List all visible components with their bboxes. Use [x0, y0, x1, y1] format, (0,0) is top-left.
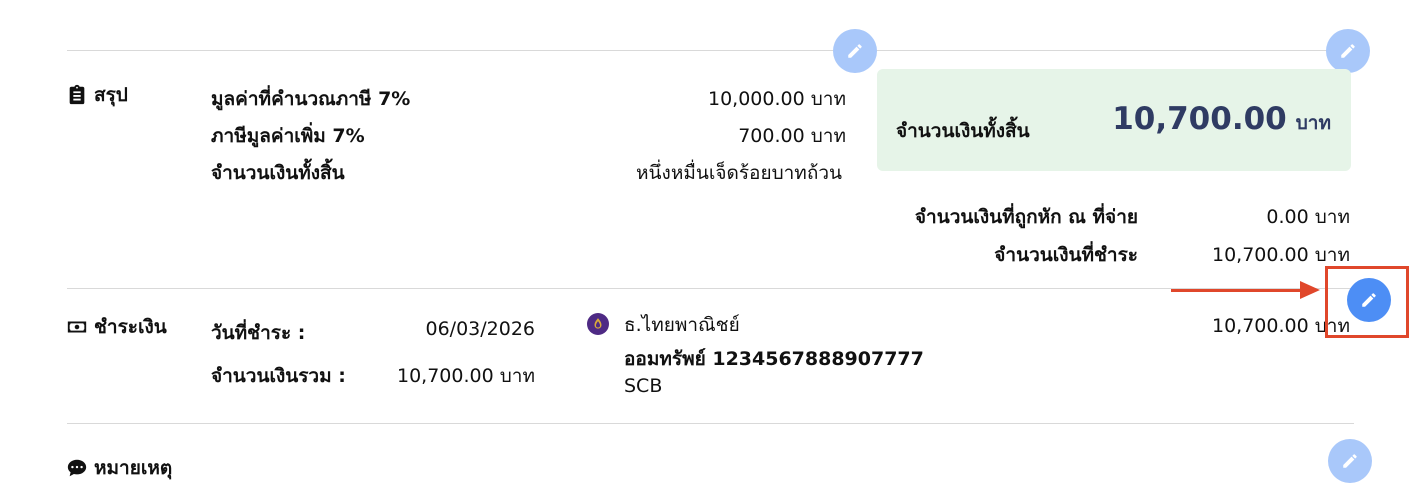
pencil-icon [1343, 454, 1357, 468]
payment-amount-label: จำนวนเงินรวม : [211, 365, 346, 387]
payable-label: จำนวนเงินที่ชำระ [994, 244, 1138, 266]
divider-notes [67, 423, 1354, 424]
grand-total-box: จำนวนเงินทั้งสิ้น 10,700.00 บาท [877, 69, 1351, 171]
payment-section-title: ชำระเงิน [66, 312, 167, 342]
pencil-icon [1362, 293, 1376, 307]
clipboard-icon [69, 84, 85, 105]
annotation-arrow [1171, 289, 1303, 292]
pencil-icon [848, 44, 862, 58]
annotation-arrow-head [1300, 281, 1320, 299]
edit-payment-button[interactable] [1347, 278, 1391, 322]
bank-code: SCB [624, 375, 663, 397]
payment-date-value: 06/03/2026 [425, 318, 535, 340]
vat-value: 700.00 บาท [738, 125, 846, 147]
summary-section-title: สรุป [66, 80, 128, 110]
grand-total-label: จำนวนเงินทั้งสิ้น [896, 120, 1030, 142]
withholding-value: 0.00 บาท [1266, 206, 1350, 228]
notes-title: หมายเหตุ [94, 457, 173, 479]
payment-amount-value: 10,700.00 บาท [397, 365, 535, 387]
edit-notes-button[interactable] [1328, 439, 1372, 483]
edit-summary-button[interactable] [833, 29, 877, 73]
money-icon [67, 321, 87, 333]
divider-payment [67, 288, 1354, 289]
bank-name: ธ.ไทยพาณิชย์ [624, 314, 740, 336]
paid-amount: 10,700.00 บาท [1212, 315, 1350, 337]
total-in-words: หนึ่งหมื่นเจ็ดร้อยบาทถ้วน [636, 162, 842, 184]
grand-total-amount: 10,700.00 [1112, 101, 1287, 137]
payment-date-label: วันที่ชำระ : [211, 322, 306, 344]
payment-title: ชำระเงิน [94, 316, 167, 338]
pencil-icon [1341, 44, 1355, 58]
scb-logo-icon [587, 313, 609, 335]
total-label: จำนวนเงินทั้งสิ้น [211, 162, 345, 184]
notes-section-title: หมายเหตุ [66, 453, 172, 483]
grand-total-unit: บาท [1295, 112, 1331, 134]
taxable-value: 10,000.00 บาท [708, 88, 846, 110]
divider-top [67, 50, 1354, 51]
vat-label: ภาษีมูลค่าเพิ่ม 7% [211, 125, 365, 147]
grand-total-amount-wrap: 10,700.00 บาท [1112, 101, 1331, 138]
taxable-label: มูลค่าที่คำนวณภาษี 7% [211, 88, 411, 110]
withholding-label: จำนวนเงินที่ถูกหัก ณ ที่จ่าย [914, 206, 1138, 228]
chat-bubble-icon [67, 459, 87, 477]
payable-value: 10,700.00 บาท [1212, 244, 1350, 266]
summary-title: สรุป [94, 84, 128, 106]
bank-account: ออมทรัพย์ 1234567888907777 [624, 348, 924, 370]
edit-total-button[interactable] [1326, 29, 1370, 73]
